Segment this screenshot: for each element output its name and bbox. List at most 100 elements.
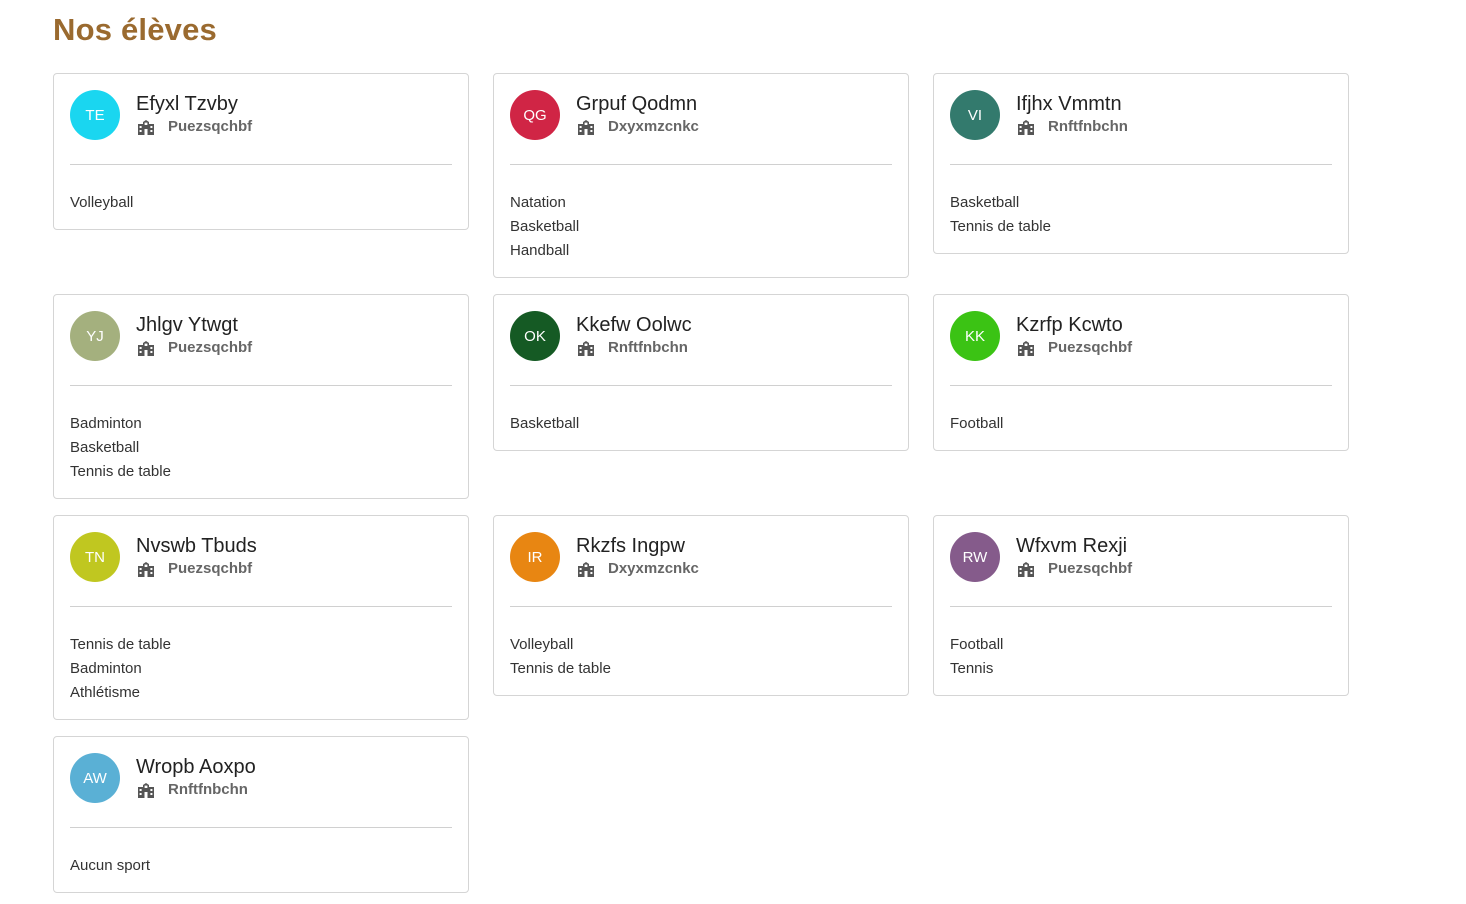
sports-list: Badminton Basketball Tennis de table [70, 386, 452, 484]
student-identity: Rkzfs Ingpw Dxyxmzcnkc [576, 532, 699, 577]
student-identity: Wropb Aoxpo Rnftfnbchn [136, 753, 256, 798]
student-school: Dxyxmzcnkc [576, 560, 699, 577]
school-building-icon [578, 561, 594, 577]
student-school: Puezsqchbf [1016, 339, 1132, 356]
sports-list: Aucun sport [70, 828, 452, 878]
school-name: Dxyxmzcnkc [608, 560, 699, 577]
sport-item: Tennis de table [70, 463, 171, 480]
student-card-header: OK Kkefw Oolwc Rnftfnbchn [510, 311, 892, 386]
student-card-header: KK Kzrfp Kcwto Puezsqchbf [950, 311, 1332, 386]
sports-list: Basketball [510, 386, 892, 436]
sports-list: Volleyball [70, 165, 452, 215]
student-card-header: QG Grpuf Qodmn Dxyxmzcnkc [510, 90, 892, 165]
student-grid: TE Efyxl Tzvby Puezsqchbf Volleyball QG … [53, 73, 1349, 893]
student-school: Puezsqchbf [136, 560, 257, 577]
student-card[interactable]: TE Efyxl Tzvby Puezsqchbf Volleyball [53, 73, 469, 230]
sport-item: Tennis de table [950, 218, 1051, 235]
student-card-header: TN Nvswb Tbuds Puezsqchbf [70, 532, 452, 607]
sport-item: Basketball [510, 218, 580, 235]
school-building-icon [1018, 119, 1034, 135]
student-card[interactable]: AW Wropb Aoxpo Rnftfnbchn Aucun sport [53, 736, 469, 893]
student-school: Puezsqchbf [136, 339, 252, 356]
student-name: Rkzfs Ingpw [576, 535, 685, 557]
avatar-initials: KK [964, 327, 985, 345]
school-name: Puezsqchbf [168, 118, 253, 135]
sport-item: Basketball [70, 439, 140, 456]
sport-item: Natation [510, 194, 566, 211]
school-building-icon [578, 119, 594, 135]
student-card-header: YJ Jhlgv Ytwgt Puezsqchbf [70, 311, 452, 386]
student-card[interactable]: RW Wfxvm Rexji Puezsqchbf Football Tenni… [933, 515, 1349, 696]
student-school: Dxyxmzcnkc [576, 118, 699, 135]
school-name: Puezsqchbf [1048, 560, 1133, 577]
sport-item: Football [950, 636, 1004, 653]
student-card[interactable]: QG Grpuf Qodmn Dxyxmzcnkc Natation Baske… [493, 73, 909, 278]
sports-list: Tennis de table Badminton Athlétisme [70, 607, 452, 705]
school-building-icon [1018, 561, 1034, 577]
student-identity: Nvswb Tbuds Puezsqchbf [136, 532, 257, 577]
avatar-initials: TE [85, 106, 105, 124]
sports-list: Football [950, 386, 1332, 436]
school-name: Puezsqchbf [1048, 339, 1133, 356]
avatar-initials: RW [962, 548, 988, 566]
student-card-header: AW Wropb Aoxpo Rnftfnbchn [70, 753, 452, 828]
student-name: Efyxl Tzvby [136, 93, 238, 115]
school-building-icon [138, 782, 154, 798]
sport-item: Volleyball [70, 194, 134, 211]
student-identity: Wfxvm Rexji Puezsqchbf [1016, 532, 1132, 577]
student-name: Nvswb Tbuds [136, 535, 257, 557]
student-name: Jhlgv Ytwgt [136, 314, 238, 336]
student-card[interactable]: OK Kkefw Oolwc Rnftfnbchn Basketball [493, 294, 909, 451]
sport-item: Badminton [70, 660, 142, 677]
avatar-initials: VI [967, 106, 983, 124]
student-school: Puezsqchbf [1016, 560, 1132, 577]
sports-list: Volleyball Tennis de table [510, 607, 892, 681]
student-school: Puezsqchbf [136, 118, 252, 135]
student-card-header: TE Efyxl Tzvby Puezsqchbf [70, 90, 452, 165]
school-name: Puezsqchbf [168, 339, 253, 356]
student-name: Grpuf Qodmn [576, 93, 698, 115]
sports-list: Football Tennis [950, 607, 1332, 681]
avatar: KK [950, 311, 1000, 361]
student-school: Rnftfnbchn [136, 781, 256, 798]
sport-item: Badminton [70, 415, 142, 432]
avatar: TE [70, 90, 120, 140]
student-name: Wropb Aoxpo [136, 756, 256, 778]
avatar-initials: YJ [86, 327, 104, 345]
student-identity: Efyxl Tzvby Puezsqchbf [136, 90, 252, 135]
school-name: Dxyxmzcnkc [608, 118, 699, 135]
school-building-icon [138, 561, 154, 577]
student-name: Kzrfp Kcwto [1016, 314, 1123, 336]
sport-item: Tennis [950, 660, 994, 677]
student-card[interactable]: VI Ifjhx Vmmtn Rnftfnbchn Basketball Ten… [933, 73, 1349, 254]
avatar: QG [510, 90, 560, 140]
avatar: IR [510, 532, 560, 582]
student-card[interactable]: KK Kzrfp Kcwto Puezsqchbf Football [933, 294, 1349, 451]
sport-item: Athlétisme [70, 684, 141, 701]
sport-item: Basketball [950, 194, 1020, 211]
sport-item: Tennis de table [510, 660, 611, 677]
student-identity: Jhlgv Ytwgt Puezsqchbf [136, 311, 252, 356]
student-card[interactable]: YJ Jhlgv Ytwgt Puezsqchbf Badminton Bask… [53, 294, 469, 499]
student-identity: Ifjhx Vmmtn Rnftfnbchn [1016, 90, 1128, 135]
sport-item: Tennis de table [70, 636, 171, 653]
student-name: Kkefw Oolwc [576, 314, 692, 336]
avatar: VI [950, 90, 1000, 140]
avatar: AW [70, 753, 120, 803]
avatar: RW [950, 532, 1000, 582]
avatar: YJ [70, 311, 120, 361]
student-card-header: IR Rkzfs Ingpw Dxyxmzcnkc [510, 532, 892, 607]
sport-item: Aucun sport [70, 857, 151, 874]
avatar-initials: TN [85, 548, 105, 566]
sport-item: Volleyball [510, 636, 574, 653]
student-card[interactable]: IR Rkzfs Ingpw Dxyxmzcnkc Volleyball Ten… [493, 515, 909, 696]
school-name: Rnftfnbchn [168, 781, 248, 798]
sport-item: Handball [510, 242, 570, 259]
student-card-header: VI Ifjhx Vmmtn Rnftfnbchn [950, 90, 1332, 165]
student-identity: Kkefw Oolwc Rnftfnbchn [576, 311, 692, 356]
school-name: Puezsqchbf [168, 560, 253, 577]
student-school: Rnftfnbchn [1016, 118, 1128, 135]
student-card[interactable]: TN Nvswb Tbuds Puezsqchbf Tennis de tabl… [53, 515, 469, 720]
sports-list: Basketball Tennis de table [950, 165, 1332, 239]
school-name: Rnftfnbchn [1048, 118, 1128, 135]
